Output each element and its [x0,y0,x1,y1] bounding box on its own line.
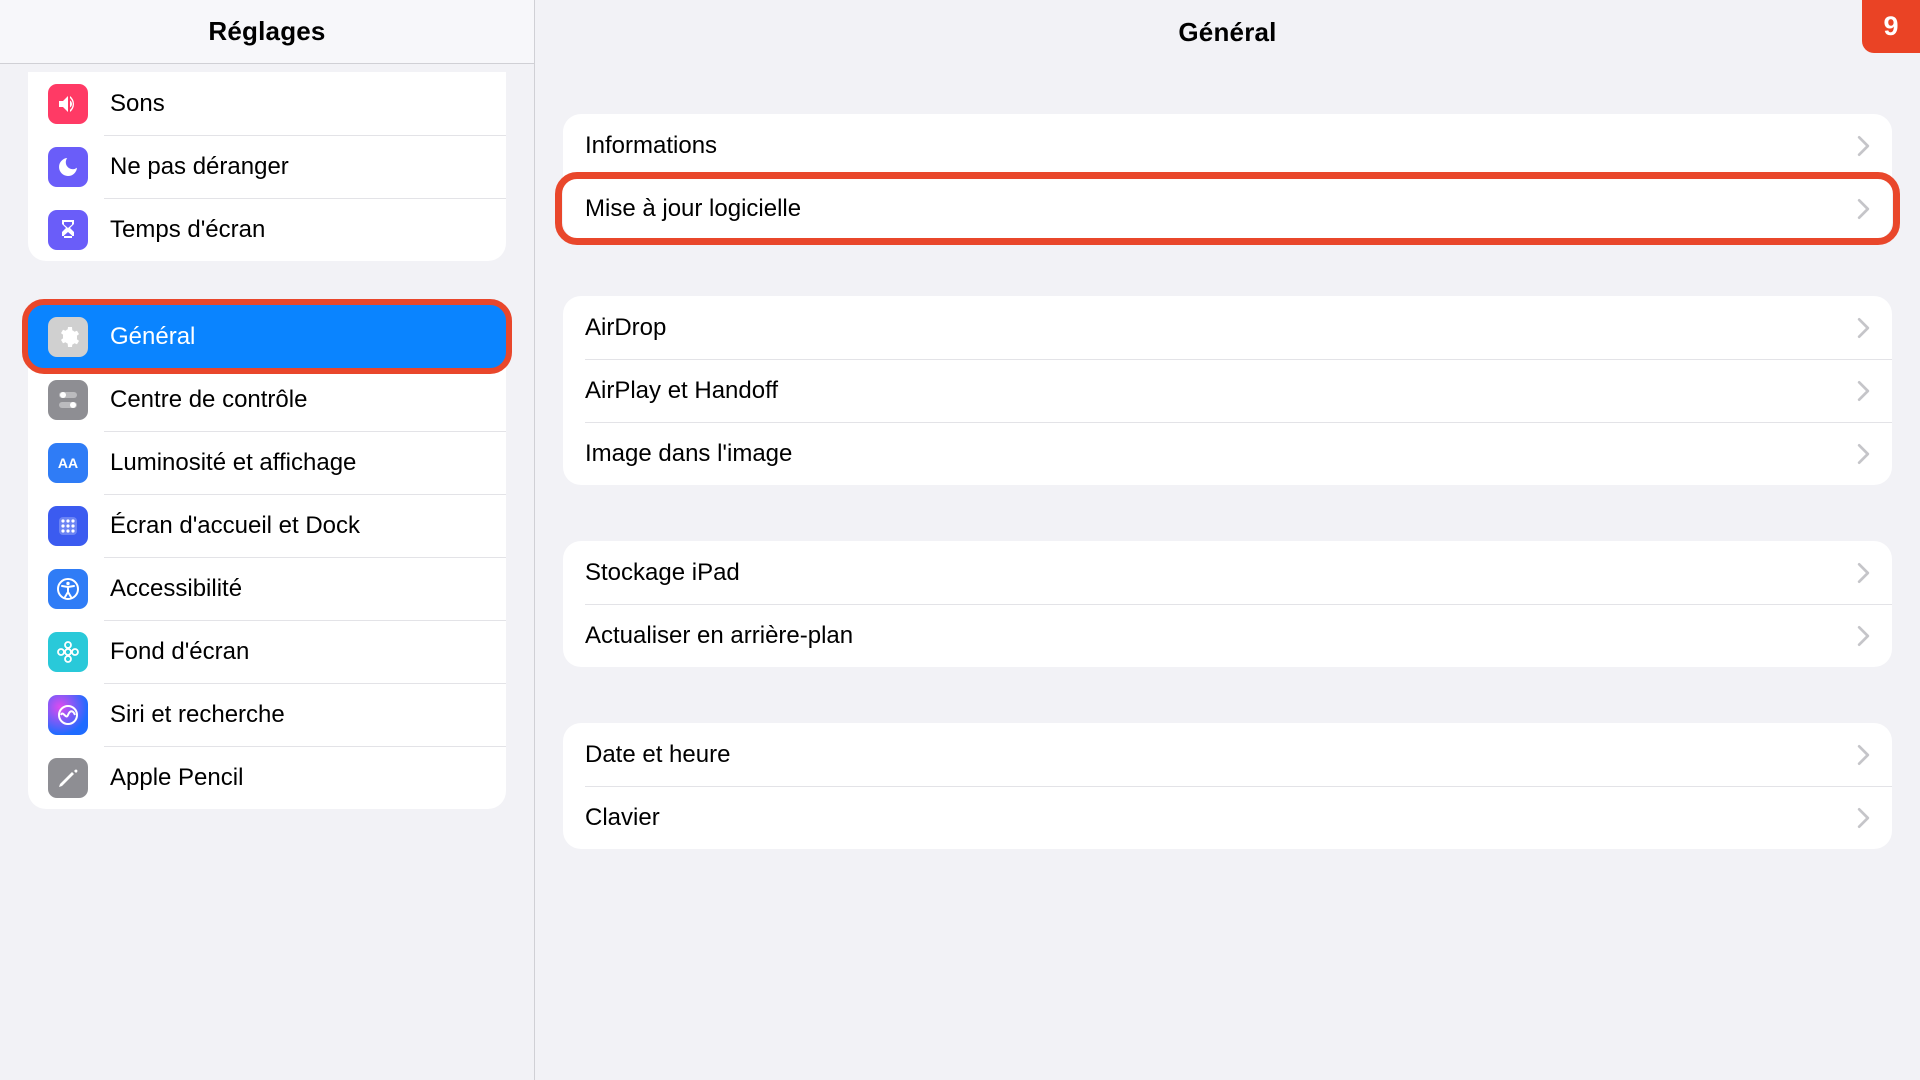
sidebar-item-label: Temps d'écran [110,218,265,242]
hourglass-icon [48,210,88,250]
sidebar-item-control-center[interactable]: Centre de contrôle [28,368,506,431]
detail-item-software-update[interactable]: Mise à jour logicielle [563,177,1892,240]
sidebar-item-siri[interactable]: Siri et recherche [28,683,506,746]
detail-item-label: AirDrop [585,314,666,342]
chevron-right-icon [1857,744,1870,766]
pencil-icon [48,758,88,798]
moon-icon [48,147,88,187]
wallpaper-icon [48,632,88,672]
sidebar-item-label: Accessibilité [110,577,242,601]
home-screen-icon [48,506,88,546]
detail-item-about[interactable]: Informations [563,114,1892,177]
sidebar-item-sounds[interactable]: Sons [28,72,506,135]
sidebar-item-label: Centre de contrôle [110,388,307,412]
sidebar-group-1: Général Centre de contrôle Luminosité et… [28,305,506,809]
sidebar-item-apple-pencil[interactable]: Apple Pencil [28,746,506,809]
detail-item-label: Actualiser en arrière-plan [585,622,853,650]
sidebar-item-general[interactable]: Général [28,305,506,368]
detail-item-airplay[interactable]: AirPlay et Handoff [563,359,1892,422]
sidebar-item-label: Ne pas déranger [110,155,289,179]
detail-pane: 9 Général Informations Mise à jour logic… [535,0,1920,1080]
chevron-right-icon [1857,198,1870,220]
sidebar-item-dnd[interactable]: Ne pas déranger [28,135,506,198]
step-badge: 9 [1862,0,1920,53]
detail-item-label: Image dans l'image [585,440,792,468]
detail-item-airdrop[interactable]: AirDrop [563,296,1892,359]
detail-item-storage[interactable]: Stockage iPad [563,541,1892,604]
sidebar-item-display[interactable]: Luminosité et affichage [28,431,506,494]
detail-item-pip[interactable]: Image dans l'image [563,422,1892,485]
detail-title: Général [535,0,1920,64]
chevron-right-icon [1857,380,1870,402]
chevron-right-icon [1857,562,1870,584]
sidebar-item-label: Fond d'écran [110,640,249,664]
detail-item-label: AirPlay et Handoff [585,377,778,405]
sidebar-scroll[interactable]: Sons Ne pas déranger Temps d'écran Génér… [0,64,534,1080]
sidebar-item-label: Apple Pencil [110,766,243,790]
sidebar-item-label: Général [110,325,195,349]
detail-item-label: Stockage iPad [585,559,740,587]
siri-icon [48,695,88,735]
sidebar-item-label: Luminosité et affichage [110,451,356,475]
gear-icon [48,317,88,357]
detail-item-keyboard[interactable]: Clavier [563,786,1892,849]
detail-group-1: AirDrop AirPlay et Handoff Image dans l'… [563,296,1892,485]
detail-scroll[interactable]: Informations Mise à jour logicielle AirD… [535,64,1920,1080]
sidebar-item-label: Sons [110,92,165,116]
chevron-right-icon [1857,807,1870,829]
detail-item-label: Mise à jour logicielle [585,195,801,223]
switches-icon [48,380,88,420]
sidebar-item-home-dock[interactable]: Écran d'accueil et Dock [28,494,506,557]
sidebar-item-accessibility[interactable]: Accessibilité [28,557,506,620]
detail-item-label: Date et heure [585,741,730,769]
settings-sidebar: Réglages Sons Ne pas déranger Temps d'éc… [0,0,535,1080]
detail-item-label: Informations [585,132,717,160]
sidebar-group-0: Sons Ne pas déranger Temps d'écran [28,72,506,261]
detail-group-3: Date et heure Clavier [563,723,1892,849]
chevron-right-icon [1857,625,1870,647]
text-size-icon [48,443,88,483]
detail-item-bg-refresh[interactable]: Actualiser en arrière-plan [563,604,1892,667]
chevron-right-icon [1857,443,1870,465]
sidebar-item-label: Écran d'accueil et Dock [110,514,360,538]
detail-item-label: Clavier [585,804,660,832]
sidebar-title: Réglages [0,0,534,64]
chevron-right-icon [1857,135,1870,157]
detail-group-2: Stockage iPad Actualiser en arrière-plan [563,541,1892,667]
accessibility-icon [48,569,88,609]
sidebar-item-label: Siri et recherche [110,703,285,727]
chevron-right-icon [1857,317,1870,339]
sidebar-item-wallpaper[interactable]: Fond d'écran [28,620,506,683]
detail-group-0: Informations Mise à jour logicielle [563,114,1892,240]
sidebar-item-screen-time[interactable]: Temps d'écran [28,198,506,261]
detail-item-date-time[interactable]: Date et heure [563,723,1892,786]
sound-icon [48,84,88,124]
